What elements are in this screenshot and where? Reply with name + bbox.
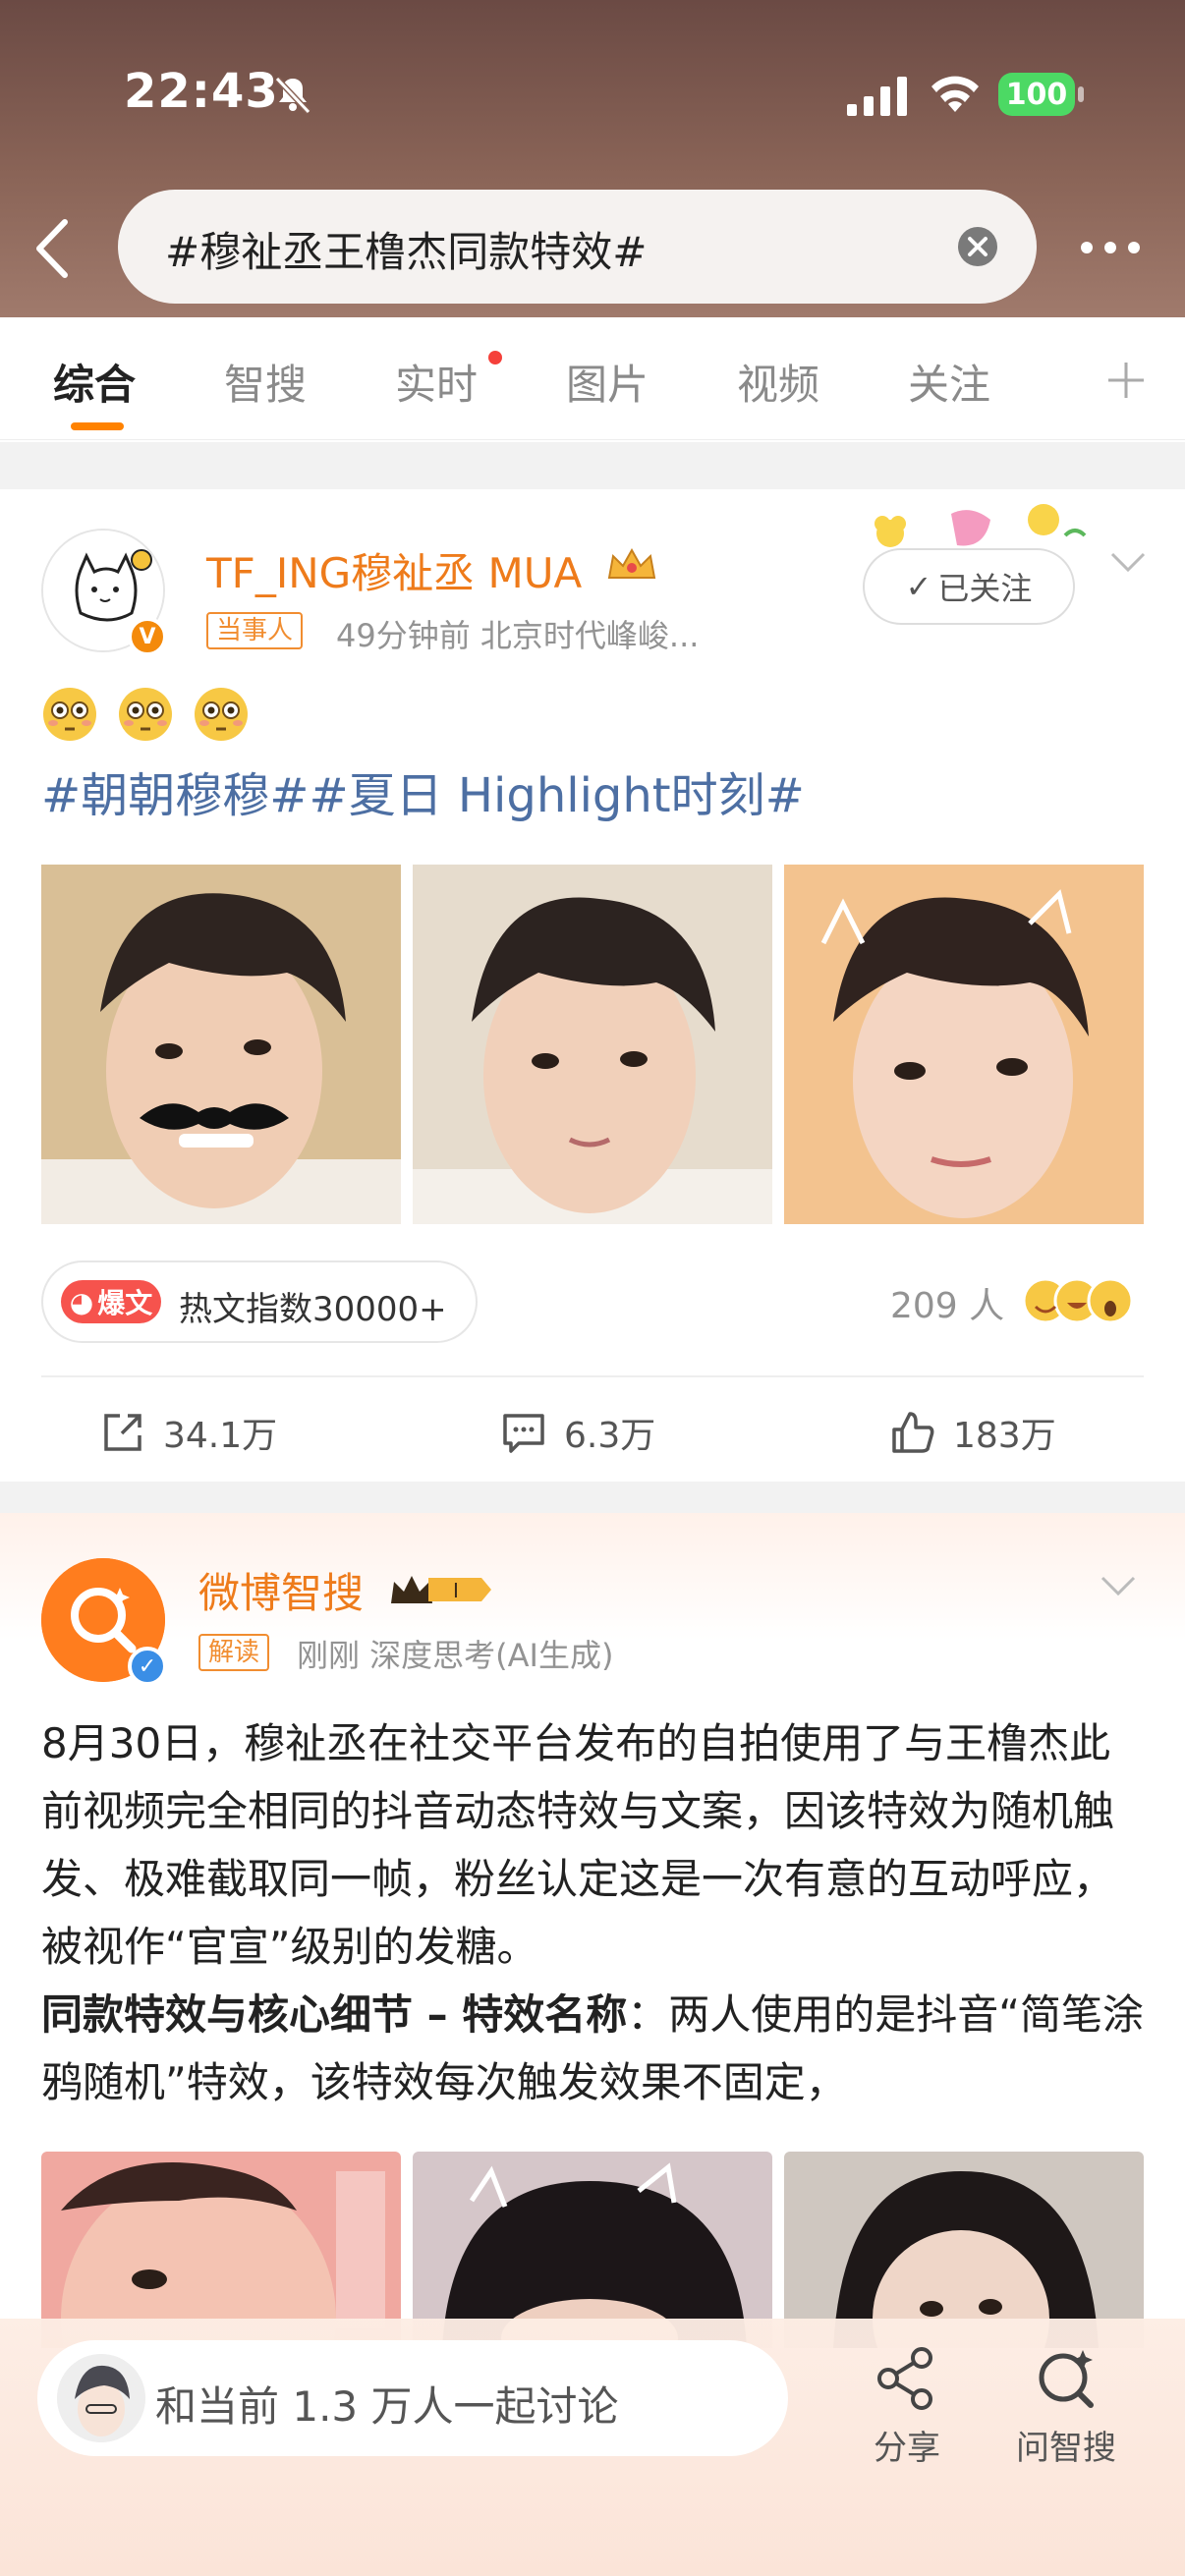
check-icon: ✓ <box>905 568 932 605</box>
share-label: 分享 <box>874 2429 940 2468</box>
author-name[interactable]: 微博智搜 <box>198 1560 364 1620</box>
cellular-signal-icon <box>847 77 907 116</box>
photo-thumbnail[interactable] <box>413 865 772 1224</box>
tab-bar: 综合 智搜 实时 图片 视频 关注 <box>0 317 1185 440</box>
like-button[interactable]: 183万 <box>890 1403 1056 1462</box>
status-time: 22:43 <box>124 64 279 119</box>
status-bar: 22:43 100 <box>0 59 1185 138</box>
post-meta: 刚刚 深度思考(AI生成) <box>297 1637 614 1674</box>
discussion-prompt: 和当前 1.3 万人一起讨论 <box>155 2382 619 2431</box>
author-tag: 解读 <box>198 1634 270 1671</box>
plus-icon[interactable] <box>1102 357 1150 404</box>
bottom-action-bar: 和当前 1.3 万人一起讨论 分享 问智搜 <box>0 2319 1185 2576</box>
share-button[interactable]: 分享 <box>843 2344 971 2469</box>
hot-badge-label: 爆文 <box>97 1287 153 1319</box>
wifi-icon <box>931 76 979 112</box>
hashtag-link[interactable]: #朝朝穆穆##夏日 Highlight时刻# <box>41 756 805 825</box>
hot-badge: ◕ 爆文 <box>61 1280 161 1323</box>
share-icon <box>877 2347 932 2410</box>
post-body: 8月30日，穆祉丞在社交平台发布的自拍使用了与王橹杰此前视频完全相同的抖音动态特… <box>41 1709 1152 2116</box>
hot-index-pill[interactable]: ◕ 爆文 热文指数30000+ <box>41 1260 478 1343</box>
tab-smart-search[interactable]: 智搜 <box>224 352 307 412</box>
photo-thumbnail[interactable] <box>784 865 1144 1224</box>
repost-icon <box>104 1414 141 1451</box>
battery-tip <box>1078 86 1084 102</box>
smart-search-icon <box>1039 2350 1094 2408</box>
header: 22:43 100 #穆祉丞王橹杰同款特效# <box>0 0 1185 317</box>
comment-button[interactable]: 6.3万 <box>501 1403 655 1462</box>
feed-gap <box>0 442 1185 489</box>
author-tag: 当事人 <box>206 612 304 649</box>
post-card: V TF_ING穆祉丞 MUA 当事人 49分钟前 北京时代峰峻... ✓ 已关… <box>0 489 1185 1482</box>
chevron-down-icon[interactable] <box>1099 1572 1138 1601</box>
member-level-icon: I <box>391 1576 491 1603</box>
repost-count: 34.1万 <box>163 1416 278 1456</box>
verified-badge-icon: V <box>128 617 167 656</box>
like-count: 183万 <box>953 1416 1056 1456</box>
comment-count: 6.3万 <box>564 1416 656 1456</box>
post-meta: 49分钟前 北京时代峰峻... <box>336 617 700 654</box>
post-paragraph: 8月30日，穆祉丞在社交平台发布的自拍使用了与王橹杰此前视频完全相同的抖音动态特… <box>41 1719 1115 1971</box>
avatar <box>57 2354 145 2442</box>
thumbs-up-icon <box>892 1412 934 1453</box>
photo-thumbnail[interactable] <box>41 865 401 1224</box>
flushed-face-icon <box>119 688 173 741</box>
reaction-count: 209 人 <box>890 1286 1005 1326</box>
chevron-down-icon[interactable] <box>1108 548 1148 578</box>
hot-index-text: 热文指数30000+ <box>179 1290 447 1329</box>
comment-icon <box>503 1414 544 1453</box>
flushed-face-icon <box>195 688 249 741</box>
reaction-emoji-icon[interactable] <box>1018 1273 1146 1328</box>
more-icon[interactable] <box>1079 236 1142 259</box>
tab-realtime[interactable]: 实时 <box>395 352 478 412</box>
ask-label: 问智搜 <box>1016 2429 1116 2468</box>
feed-gap <box>0 1482 1185 1513</box>
fire-icon: ◕ <box>69 1285 94 1318</box>
back-arrow-icon[interactable] <box>29 214 75 283</box>
bold-lead: 同款特效与核心细节 – 特效名称 <box>41 1990 628 2039</box>
tab-images[interactable]: 图片 <box>566 352 649 412</box>
bell-mute-icon <box>274 76 311 115</box>
svg-text:I: I <box>453 1579 459 1602</box>
tab-comprehensive[interactable]: 综合 <box>53 352 136 412</box>
active-tab-indicator <box>71 422 124 430</box>
clear-icon[interactable] <box>956 225 999 268</box>
crown-badge-icon <box>607 547 656 579</box>
discussion-input[interactable]: 和当前 1.3 万人一起讨论 <box>37 2340 788 2456</box>
flushed-face-icon <box>43 688 96 741</box>
tab-following[interactable]: 关注 <box>908 352 990 412</box>
search-query: #穆祉丞王橹杰同款特效# <box>165 228 648 276</box>
follow-label: 已关注 <box>937 570 1033 607</box>
notification-dot <box>488 351 502 364</box>
author-name[interactable]: TF_ING穆祉丞 MUA <box>206 540 582 600</box>
search-input[interactable]: #穆祉丞王橹杰同款特效# <box>118 190 1037 304</box>
divider <box>41 1375 1144 1377</box>
repost-button[interactable]: 34.1万 <box>100 1403 277 1462</box>
ask-smart-search-button[interactable]: 问智搜 <box>1002 2344 1130 2469</box>
tab-videos[interactable]: 视频 <box>737 352 819 412</box>
follow-button[interactable]: ✓ 已关注 <box>863 548 1075 625</box>
emoji-row <box>41 686 263 745</box>
verified-badge-icon: ✓ <box>128 1647 167 1686</box>
image-grid <box>41 865 1144 1224</box>
battery-indicator: 100 <box>998 73 1075 116</box>
